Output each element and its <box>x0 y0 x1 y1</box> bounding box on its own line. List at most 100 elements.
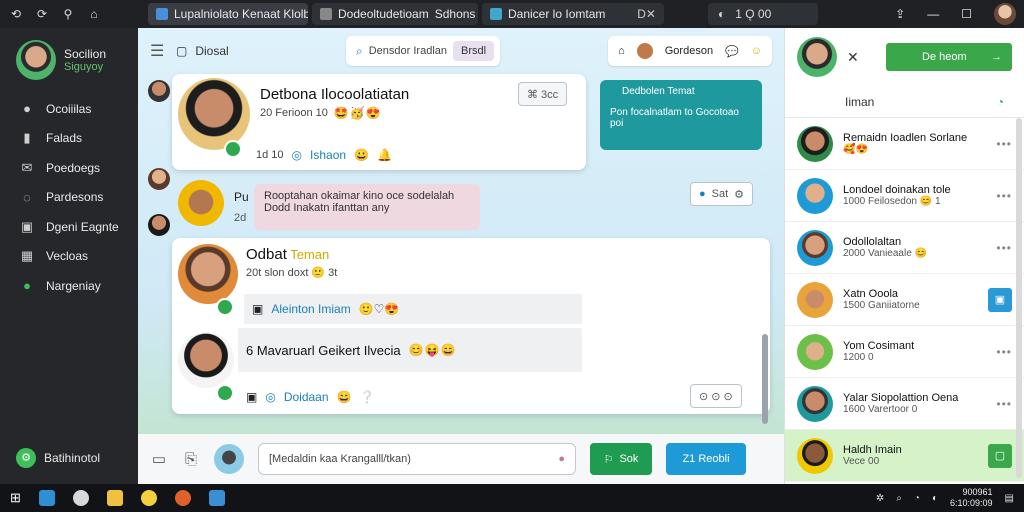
emoji-icon[interactable]: 😀 <box>354 148 369 162</box>
forward-icon[interactable]: ⟳ <box>36 7 48 21</box>
sidebar-item-1[interactable]: ● Ocoiiilas <box>0 94 138 124</box>
right-panel-top: ✕ De heom → <box>785 28 1024 86</box>
network-icon[interactable]: ✲ <box>876 493 884 504</box>
contact-avatar[interactable] <box>797 37 837 77</box>
search-chip[interactable]: Brsdl <box>453 41 495 61</box>
contact-item[interactable]: Odollolaltan 2000 Vanieaale 😊 ••• <box>785 222 1024 274</box>
chat-app-icon[interactable] <box>208 490 225 506</box>
sidebar-item-5[interactable]: ▣ Dgeni Eagnte <box>0 212 138 242</box>
sat-button[interactable]: ● Sat ⚙ <box>690 182 754 206</box>
sidebar-footer[interactable]: ⚙ Batihinotol <box>16 448 100 468</box>
minimize-icon[interactable]: — <box>927 7 939 21</box>
contact-item[interactable]: Londoel doinakan tole 1000 Feilosedon 😊 … <box>785 170 1024 222</box>
composer-avatar[interactable] <box>214 444 244 474</box>
more-icon[interactable]: ••• <box>996 345 1012 359</box>
contact-item[interactable]: Xatn Ooola 1500 Ganiiatorne ▣ <box>785 274 1024 326</box>
message-card[interactable]: Odbat Teman 20t slon doxt 🙂 3t ▣ Aleinto… <box>172 238 770 414</box>
browser-icon[interactable] <box>38 490 55 506</box>
search-bar[interactable]: ⌕ Densdor Iradlan Brsdl <box>346 36 501 66</box>
contact-item[interactable]: Yom Cosimant 1200 0 ••• <box>785 326 1024 378</box>
reactions[interactable]: 😊😝😄 <box>409 343 457 357</box>
contact-avatar[interactable] <box>636 43 653 59</box>
sidebar-item-2[interactable]: ▮ Falads <box>0 124 138 154</box>
emoji-icon[interactable]: ☺ <box>751 45 762 57</box>
menu-icon[interactable]: ☰ <box>150 41 166 61</box>
sidebar-item-7[interactable]: ● Nargeniay <box>0 271 138 301</box>
more-icon[interactable]: ••• <box>996 241 1012 255</box>
message-link[interactable]: Doidaan <box>284 390 329 404</box>
reply-count-button[interactable]: ⌘ 3cc <box>518 82 568 106</box>
avatar[interactable] <box>148 214 170 236</box>
message-card[interactable]: Detbona Ilocoolatiatan 20 Ferioon 10 🤩🥳😍… <box>172 74 586 170</box>
windows-start-icon[interactable]: ⊞ <box>10 490 21 506</box>
folder-icon[interactable] <box>106 490 123 506</box>
emoji-icon[interactable]: 😄 <box>337 390 352 404</box>
message-actions[interactable]: ⊙ ⊙ ⊙ <box>690 384 742 408</box>
avatar <box>797 125 833 162</box>
help-icon[interactable]: ❔ <box>359 390 374 404</box>
notification-card[interactable]: Dedbolen Temat Pon focalnatlam to Gocoto… <box>600 80 762 150</box>
contact-item[interactable]: Remaidn Ioadlen Sorlane 🥰😍 ••• <box>785 118 1024 170</box>
tab-1[interactable]: Lupalniolato Kenaat Klolbitoa <box>148 3 308 25</box>
message-link[interactable]: Ishaon <box>310 148 346 162</box>
maximize-icon[interactable]: ☐ <box>961 7 972 21</box>
avatar[interactable] <box>148 168 170 190</box>
wifi-icon[interactable]: ◔ <box>914 493 920 504</box>
close-icon[interactable]: ✕ <box>847 49 859 66</box>
attachment-row[interactable]: ▣ Aleinton Imiam 🙂♡😍 <box>244 294 582 324</box>
contact-name: Odollolaltan <box>843 236 902 248</box>
chat-action-icon[interactable]: ▣ <box>988 287 1012 312</box>
bell-icon[interactable]: 🔔 <box>377 148 392 162</box>
online-badge-icon <box>224 140 242 158</box>
clock[interactable]: 900961 6:10:09:09 <box>950 487 993 509</box>
reactions[interactable]: 🙂♡😍 <box>359 302 400 316</box>
volume-icon[interactable]: ◐ <box>932 493 938 504</box>
primary-action-button[interactable]: De heom → <box>886 43 1012 71</box>
reply-button[interactable]: Z1 Reobli <box>666 443 746 475</box>
profile-avatar[interactable] <box>994 3 1016 25</box>
contact-item[interactable]: Yalar Siopolattion Oena 1600 Varertoor 0… <box>785 378 1024 430</box>
send-button[interactable]: ⚐ Sok <box>590 443 652 475</box>
share-icon[interactable]: ⇪ <box>895 7 905 21</box>
user-profile[interactable]: Socilion Siguyoy <box>0 28 138 94</box>
firefox-icon[interactable] <box>174 490 191 506</box>
avatar <box>178 78 250 150</box>
reactions[interactable]: 🤩🥳😍 <box>334 106 382 120</box>
search-icon[interactable]: ⌕ <box>896 493 902 504</box>
chat-action-icon[interactable]: ▢ <box>988 443 1012 468</box>
tab-3[interactable]: Danicer lo Iomtam D✕ <box>482 3 664 25</box>
tab-3-close-icon[interactable]: D✕ <box>637 7 656 21</box>
contacts-scrollbar[interactable] <box>1016 118 1022 478</box>
more-icon[interactable]: ••• <box>996 397 1012 411</box>
notifications-icon[interactable]: ▤ <box>1005 493 1014 504</box>
chat-bubble-icon[interactable]: 💬 <box>725 45 739 58</box>
emoji-app-icon[interactable] <box>140 490 157 506</box>
more-icon[interactable]: ••• <box>996 137 1012 151</box>
home-icon[interactable]: ⌂ <box>88 7 100 21</box>
sender-name: 6 Mavaruarl Geikert Ilvecia <box>246 342 401 358</box>
sidebar-item-3[interactable]: ✉ Poedoegs <box>0 153 138 183</box>
message-input[interactable]: [Medaldin kaa Krangalll/tkan) ● <box>258 443 576 475</box>
message-row[interactable]: 6 Mavaruarl Geikert Ilvecia 😊😝😄 <box>238 328 582 372</box>
avatar[interactable] <box>148 80 170 102</box>
chrome-icon[interactable] <box>72 490 89 506</box>
avatar[interactable] <box>178 180 224 226</box>
tab-2[interactable]: Dodeoltudetioam Sdhons <box>312 3 478 25</box>
document-icon <box>320 8 332 20</box>
contact-item-selected[interactable]: Haldh Imain Vece 00 ▢ <box>785 430 1024 482</box>
more-icon[interactable]: ••• <box>996 189 1012 203</box>
reply-bubble[interactable]: Rooptahan okaimar kino oce sodelalah Dod… <box>254 184 480 230</box>
folder-icon[interactable]: ▭ <box>150 450 168 468</box>
back-icon[interactable]: ⟲ <box>10 7 22 21</box>
home-icon[interactable]: ⌂ <box>618 45 625 57</box>
contact-name: Haldh Imain <box>843 444 902 456</box>
sidebar-item-4[interactable]: ◌ Pardesons <box>0 183 138 213</box>
feed-scrollbar[interactable] <box>762 334 768 424</box>
record-icon[interactable]: ● <box>558 453 565 465</box>
attach-icon[interactable]: ⎘ <box>182 451 200 468</box>
chat-bubble-icon[interactable]: ◔ <box>997 95 1004 109</box>
media-control[interactable]: ◐ 1 Ǫ 00 <box>708 3 818 25</box>
attachment-link[interactable]: Aleinton Imiam <box>271 302 350 316</box>
sidebar-item-6[interactable]: ▦ Vecloas <box>0 242 138 272</box>
search-icon[interactable]: ⚲ <box>62 7 74 21</box>
